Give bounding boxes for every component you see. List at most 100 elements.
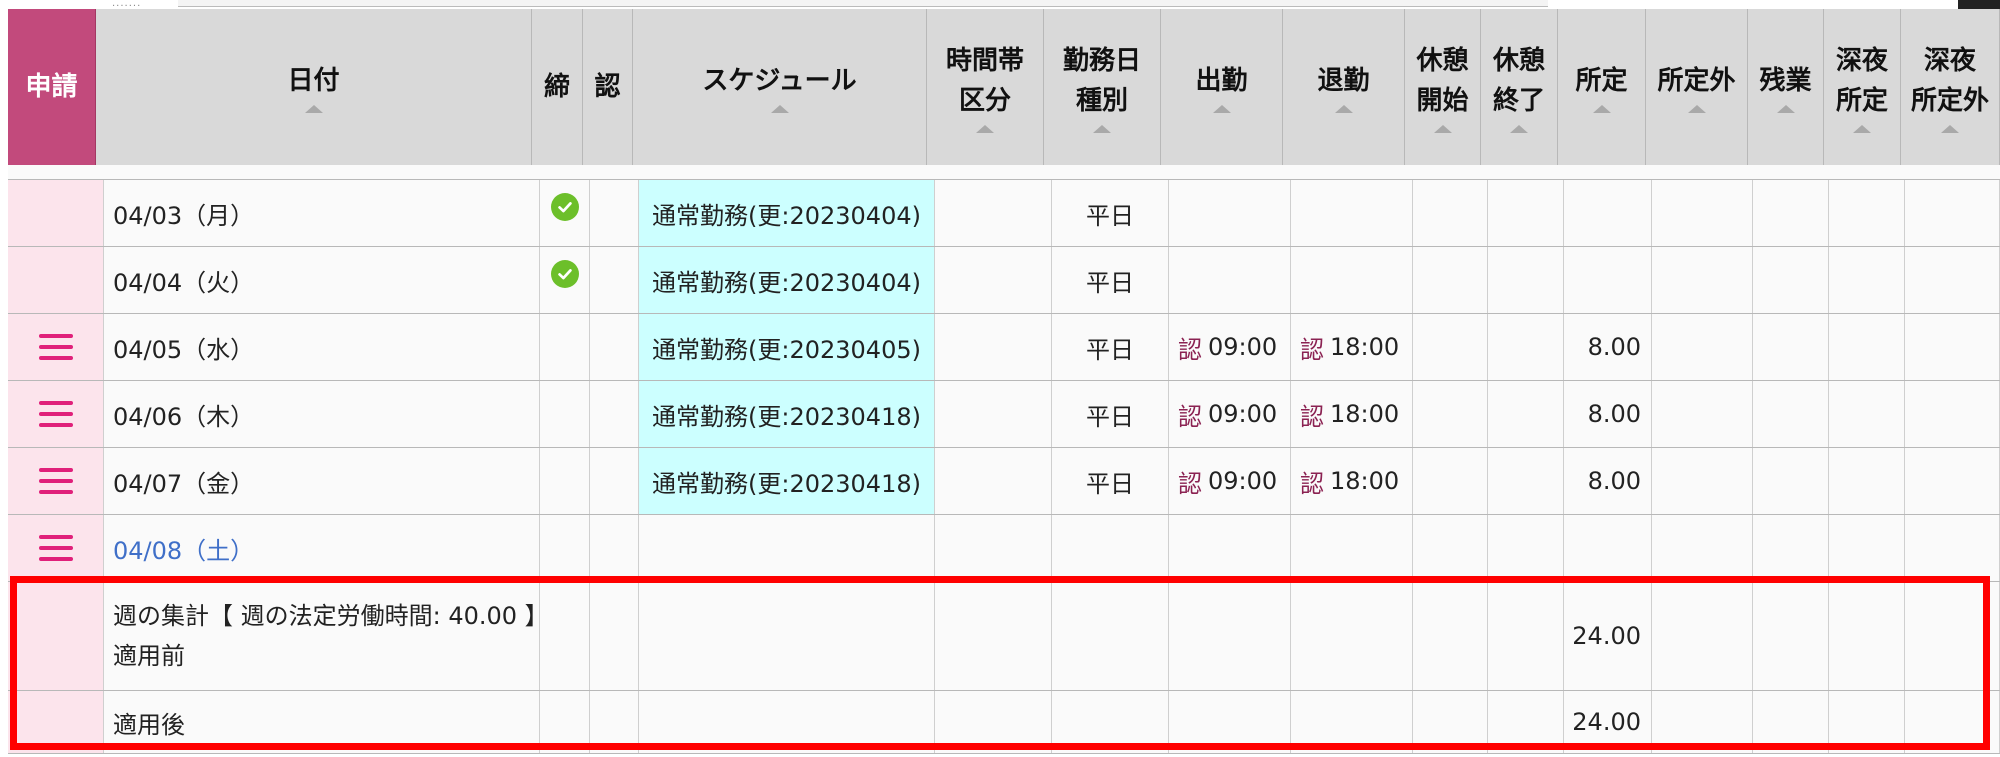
- closed-cell: [540, 515, 590, 581]
- sort-arrow-icon[interactable]: [770, 105, 789, 113]
- clock-out-cell: [1291, 515, 1413, 581]
- col-header-taikin[interactable]: 退勤: [1283, 9, 1405, 165]
- sort-arrow-icon[interactable]: [1687, 105, 1706, 113]
- col-header-shinya-shoteigai[interactable]: 深夜 所定外: [1901, 9, 2000, 165]
- col-header-nin[interactable]: 認: [583, 9, 633, 165]
- sort-arrow-icon[interactable]: [1941, 125, 1959, 133]
- hours-cell: [1905, 448, 2000, 514]
- approved-cell: [590, 515, 639, 581]
- break-start-cell: [1413, 448, 1488, 514]
- break-end-cell: [1488, 381, 1564, 447]
- apply-cell[interactable]: [8, 515, 104, 581]
- menu-icon[interactable]: [38, 535, 73, 561]
- weekly-summary-label: 週の集計【 週の法定労働時間: 40.00 】適用前: [104, 582, 549, 690]
- timeslot-cell: [935, 314, 1052, 380]
- col-header-shukkin[interactable]: 出勤: [1161, 9, 1283, 165]
- clock-in-cell: [1169, 180, 1291, 246]
- approval-mark: 認: [1178, 469, 1202, 498]
- col-header-date[interactable]: 日付: [96, 9, 532, 165]
- apply-cell[interactable]: [8, 448, 104, 514]
- col-header-kinmubi[interactable]: 勤務日 種別: [1044, 9, 1161, 165]
- col-header-jikantai[interactable]: 時間帯 区分: [927, 9, 1044, 165]
- break-start-cell: [1413, 314, 1488, 380]
- sort-arrow-icon[interactable]: [1776, 105, 1795, 113]
- sort-arrow-icon[interactable]: [304, 105, 323, 113]
- date-cell: 04/05（水）: [104, 314, 540, 380]
- break-end-cell: [1488, 448, 1564, 514]
- col-header-kyukei-end[interactable]: 休憩 終了: [1481, 9, 1558, 165]
- col-header-shinya-shotei[interactable]: 深夜 所定: [1824, 9, 1901, 165]
- sort-arrow-icon[interactable]: [1093, 125, 1111, 133]
- approved-cell: [590, 314, 639, 380]
- sort-arrow-icon[interactable]: [1510, 125, 1528, 133]
- menu-icon[interactable]: [38, 401, 73, 427]
- summary-after-shotei-cell: 24.00: [1564, 691, 1652, 753]
- empty-cell: [1169, 691, 1291, 753]
- hours-cell: [1829, 314, 1905, 380]
- menu-icon[interactable]: [38, 468, 73, 494]
- empty-cell: [1829, 691, 1905, 753]
- schedule-cell[interactable]: 通常勤務(更:20230405): [639, 314, 935, 380]
- day-type-cell: 平日: [1052, 180, 1169, 246]
- break-end-cell: [1488, 515, 1564, 581]
- empty-cell: [1829, 582, 1905, 690]
- empty-cell: [1052, 691, 1169, 753]
- col-header-shotei[interactable]: 所定: [1558, 9, 1646, 165]
- sort-arrow-icon[interactable]: [1592, 105, 1611, 113]
- empty-cell: [1905, 582, 2000, 690]
- break-start-cell: [1413, 180, 1488, 246]
- after-adjustment-cell: 適用後: [104, 691, 540, 753]
- col-header-kyukei-start-label-2: 開始: [1416, 86, 1469, 116]
- top-dots: .......: [112, 0, 142, 9]
- empty-cell: [540, 582, 590, 690]
- clock-out-cell: 認 18:00: [1291, 314, 1413, 380]
- schedule-cell: [639, 515, 935, 581]
- clock-out-time: 18:00: [1330, 400, 1400, 428]
- sort-arrow-icon[interactable]: [1433, 125, 1452, 133]
- sort-arrow-icon[interactable]: [1334, 105, 1353, 113]
- menu-icon[interactable]: [38, 334, 73, 360]
- day-type-text: 平日: [1086, 201, 1134, 230]
- hours-cell: [1753, 180, 1829, 246]
- clock-in-time: 09:00: [1208, 467, 1278, 495]
- empty-cell: [540, 691, 590, 753]
- timeslot-cell: [935, 180, 1052, 246]
- sort-arrow-icon[interactable]: [1853, 125, 1871, 133]
- apply-cell[interactable]: [8, 314, 104, 380]
- scheduled-hours-cell: [1564, 180, 1652, 246]
- schedule-cell[interactable]: 通常勤務(更:20230418): [639, 381, 935, 447]
- sort-arrow-icon[interactable]: [1212, 105, 1231, 113]
- date-text: 04/08（土）: [113, 536, 255, 565]
- col-header-zangyo[interactable]: 残業: [1748, 9, 1824, 165]
- schedule-cell[interactable]: 通常勤務(更:20230404): [639, 247, 935, 313]
- empty-cell: [1413, 691, 1488, 753]
- sort-arrow-icon[interactable]: [976, 125, 994, 133]
- empty-cell: [1652, 582, 1753, 690]
- date-text: 04/04（火）: [113, 268, 255, 297]
- scheduled-hours-cell: 8.00: [1564, 314, 1652, 380]
- schedule-cell[interactable]: 通常勤務(更:20230418): [639, 448, 935, 514]
- col-header-taikin-label: 退勤: [1317, 66, 1370, 96]
- day-type-cell: 平日: [1052, 448, 1169, 514]
- apply-cell: [8, 582, 104, 690]
- weekly-summary-after-row: 適用後 24.00: [8, 691, 2000, 754]
- before-adjustment-label: 適用前: [113, 642, 185, 670]
- header-spacer: [8, 165, 2000, 180]
- hours-cell: [1652, 381, 1753, 447]
- col-header-kyukei-start[interactable]: 休憩 開始: [1405, 9, 1481, 165]
- col-header-shime-label: 締: [543, 72, 570, 102]
- col-header-kyukei-end-label-1: 休憩: [1492, 46, 1545, 76]
- clock-in-time: 09:00: [1208, 400, 1278, 428]
- approval-mark: 認: [1178, 402, 1202, 431]
- apply-cell[interactable]: [8, 381, 104, 447]
- col-header-shinsei[interactable]: 申請: [8, 9, 96, 165]
- date-cell: 04/07（金）: [104, 448, 540, 514]
- clock-in-cell: 認 09:00: [1169, 448, 1291, 514]
- col-header-schedule[interactable]: スケジュール: [633, 9, 927, 165]
- col-header-shime[interactable]: 締: [532, 9, 583, 165]
- weekly-summary-before-row: 週の集計【 週の法定労働時間: 40.00 】適用前 24.00: [8, 582, 2000, 691]
- col-header-shoteigai[interactable]: 所定外: [1646, 9, 1748, 165]
- hours-cell: [1905, 180, 2000, 246]
- approval-mark: 認: [1300, 335, 1324, 364]
- schedule-cell[interactable]: 通常勤務(更:20230404): [639, 180, 935, 246]
